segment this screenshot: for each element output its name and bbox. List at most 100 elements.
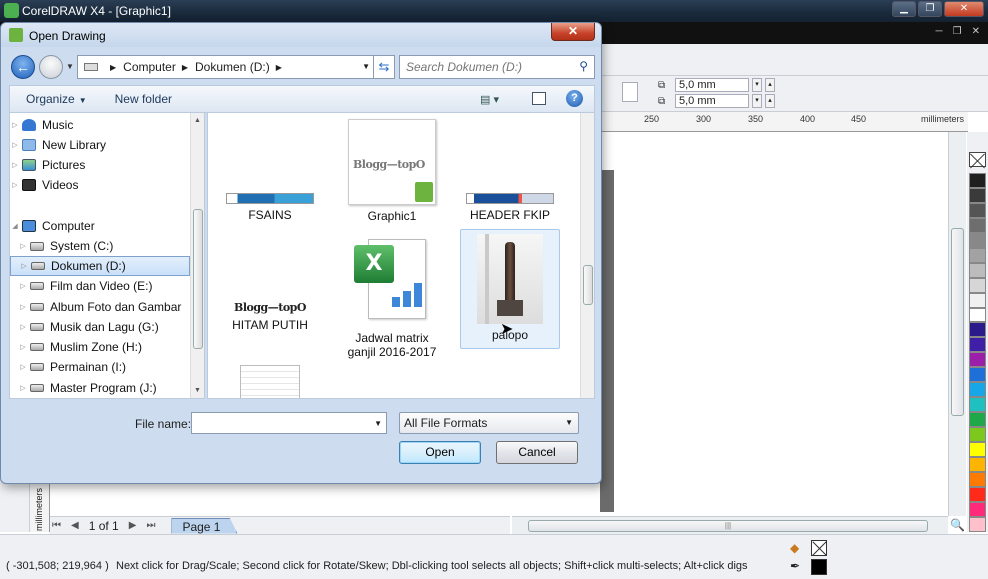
back-arrow-icon[interactable]: ← bbox=[11, 55, 35, 79]
nav-item-dokumen-d[interactable]: ▷ Dokumen (D:) bbox=[10, 256, 190, 276]
fill-color-indicator[interactable] bbox=[811, 540, 827, 556]
dup-x-spinner[interactable]: ▾ bbox=[752, 78, 762, 92]
nav-item-new-library[interactable]: ▷ New Library bbox=[10, 135, 190, 155]
color-swatch[interactable] bbox=[969, 501, 986, 517]
nav-item-master-program[interactable]: ▷ Master Program (J:) bbox=[18, 378, 198, 398]
file-item-fsains[interactable]: FSAINS bbox=[220, 193, 320, 222]
expand-arrow-icon[interactable]: ▷ bbox=[18, 384, 28, 392]
new-folder-button[interactable]: New folder bbox=[115, 92, 172, 106]
color-swatch[interactable] bbox=[969, 277, 986, 293]
file-type-select[interactable]: All File Formats ▼ bbox=[399, 412, 579, 434]
first-page-button[interactable]: ⏮ bbox=[52, 520, 61, 531]
next-page-button[interactable]: ▶ bbox=[129, 520, 137, 531]
nav-item-musik-dan-lagu[interactable]: ▷ Musik dan Lagu (G:) bbox=[18, 317, 198, 337]
nav-scrollbar[interactable]: ▲ ▼ bbox=[190, 113, 204, 398]
dup-y-up-spinner[interactable]: ▴ bbox=[765, 94, 775, 108]
minimize-button[interactable]: ▁ bbox=[892, 1, 916, 17]
nav-item-videos[interactable]: ▷ Videos bbox=[10, 175, 190, 195]
file-item-graphic1[interactable]: Blogg—topO Graphic1 bbox=[342, 119, 442, 223]
last-page-button[interactable]: ⏭ bbox=[146, 520, 155, 531]
chevron-right-icon[interactable]: ▶ bbox=[182, 63, 188, 72]
close-button[interactable]: ✕ bbox=[944, 1, 984, 17]
color-swatch[interactable] bbox=[969, 322, 986, 338]
nav-item-pictures[interactable]: ▷ Pictures bbox=[10, 155, 190, 175]
expand-arrow-icon[interactable]: ▷ bbox=[18, 282, 28, 290]
color-swatch[interactable] bbox=[969, 486, 986, 502]
file-item-jadwal-matrix[interactable]: X Jadwal matrix ganjil 2016-2017 bbox=[342, 235, 442, 359]
zoom-icon[interactable]: 🔍 bbox=[950, 518, 965, 532]
dup-x-up-spinner[interactable]: ▴ bbox=[765, 78, 775, 92]
nudge-spinner[interactable] bbox=[622, 82, 638, 102]
file-item-header-fkip[interactable]: HEADER FKIP bbox=[460, 193, 560, 222]
horizontal-scroll-thumb[interactable]: ||| bbox=[528, 520, 928, 532]
forward-arrow-icon[interactable] bbox=[39, 55, 63, 79]
address-dropdown-icon[interactable]: ▼ bbox=[362, 62, 370, 71]
search-input[interactable] bbox=[406, 57, 574, 77]
help-icon[interactable]: ? bbox=[566, 90, 583, 107]
dup-y-input[interactable]: 5,0 mm bbox=[675, 94, 749, 108]
color-swatch[interactable] bbox=[969, 516, 986, 532]
nav-item-film-dan-video[interactable]: ▷ Film dan Video (E:) bbox=[18, 276, 198, 296]
breadcrumb-dokumen[interactable]: Dokumen (D:) bbox=[195, 60, 270, 74]
color-swatch[interactable] bbox=[969, 202, 986, 218]
nav-item-muslim-zone[interactable]: ▷ Muslim Zone (H:) bbox=[18, 337, 198, 357]
color-swatch[interactable] bbox=[969, 367, 986, 383]
nav-item-music[interactable]: ▷ Music bbox=[10, 115, 190, 135]
doc-close-button[interactable]: ✕ bbox=[972, 26, 980, 37]
collapse-arrow-icon[interactable]: ◢ bbox=[10, 222, 20, 230]
doc-minimize-button[interactable]: ─ bbox=[936, 26, 943, 37]
chevron-down-icon[interactable]: ▼ bbox=[374, 419, 382, 428]
file-item-hitam-putih[interactable]: Blogg—topO HITAM PUTIH bbox=[220, 301, 320, 332]
color-swatch[interactable] bbox=[969, 472, 986, 487]
open-button[interactable]: Open bbox=[399, 441, 481, 464]
address-bar[interactable]: ▶ Computer ▶ Dokumen (D:) ▶ ▼ bbox=[77, 55, 375, 79]
nav-item-computer[interactable]: ◢ Computer bbox=[10, 216, 190, 236]
color-swatch[interactable] bbox=[969, 397, 986, 413]
color-swatch[interactable] bbox=[969, 172, 986, 188]
prev-page-button[interactable]: ◀ bbox=[71, 520, 79, 531]
expand-arrow-icon[interactable]: ▷ bbox=[10, 161, 20, 169]
history-dropdown-icon[interactable]: ▼ bbox=[66, 62, 74, 71]
refresh-icon[interactable]: ⇆ bbox=[373, 55, 395, 79]
organize-button[interactable]: Organize ▼ bbox=[26, 92, 87, 106]
file-name-input[interactable]: ▼ bbox=[191, 412, 387, 434]
chevron-right-icon[interactable]: ▶ bbox=[276, 63, 282, 72]
color-swatch[interactable] bbox=[969, 427, 986, 443]
nav-item-album-foto[interactable]: ▷ Album Foto dan Gambar bbox=[18, 297, 198, 317]
color-swatch[interactable] bbox=[969, 412, 986, 428]
cancel-button[interactable]: Cancel bbox=[496, 441, 578, 464]
file-scrollbar[interactable] bbox=[580, 113, 594, 398]
no-color-swatch[interactable] bbox=[969, 152, 986, 167]
expand-arrow-icon[interactable]: ▷ bbox=[10, 181, 20, 189]
color-swatch[interactable] bbox=[969, 187, 986, 203]
color-swatch[interactable] bbox=[969, 217, 986, 233]
search-box[interactable]: ⚲ bbox=[399, 55, 595, 79]
expand-arrow-icon[interactable]: ▷ bbox=[18, 242, 28, 250]
restore-button[interactable]: ❐ bbox=[918, 1, 942, 17]
vertical-scroll-thumb[interactable] bbox=[951, 228, 964, 416]
color-swatch[interactable] bbox=[969, 337, 986, 353]
nav-scroll-thumb[interactable] bbox=[193, 209, 203, 349]
color-swatch[interactable] bbox=[969, 352, 986, 368]
change-view-icon[interactable]: ▤ ▾ bbox=[480, 93, 499, 106]
doc-restore-button[interactable]: ❐ bbox=[953, 26, 962, 37]
breadcrumb-computer[interactable]: Computer bbox=[123, 60, 176, 74]
color-swatch[interactable] bbox=[969, 292, 986, 308]
dup-y-spinner[interactable]: ▾ bbox=[752, 94, 762, 108]
file-item-document[interactable] bbox=[234, 365, 306, 398]
color-swatch[interactable] bbox=[969, 262, 986, 278]
search-icon[interactable]: ⚲ bbox=[579, 59, 588, 73]
expand-arrow-icon[interactable]: ▷ bbox=[10, 121, 20, 129]
expand-arrow-icon[interactable]: ▷ bbox=[19, 262, 29, 270]
chevron-right-icon[interactable]: ▶ bbox=[110, 63, 116, 72]
expand-arrow-icon[interactable]: ▷ bbox=[18, 343, 28, 351]
color-swatch[interactable] bbox=[969, 307, 986, 323]
expand-arrow-icon[interactable]: ▷ bbox=[18, 323, 28, 331]
expand-arrow-icon[interactable]: ▷ bbox=[18, 363, 28, 371]
scroll-up-arrow-icon[interactable]: ▲ bbox=[194, 117, 201, 124]
color-swatch[interactable] bbox=[969, 442, 986, 458]
expand-arrow-icon[interactable]: ▷ bbox=[10, 141, 20, 149]
scroll-down-arrow-icon[interactable]: ▼ bbox=[194, 387, 201, 394]
color-swatch[interactable] bbox=[969, 382, 986, 398]
file-scroll-thumb[interactable] bbox=[583, 265, 593, 305]
